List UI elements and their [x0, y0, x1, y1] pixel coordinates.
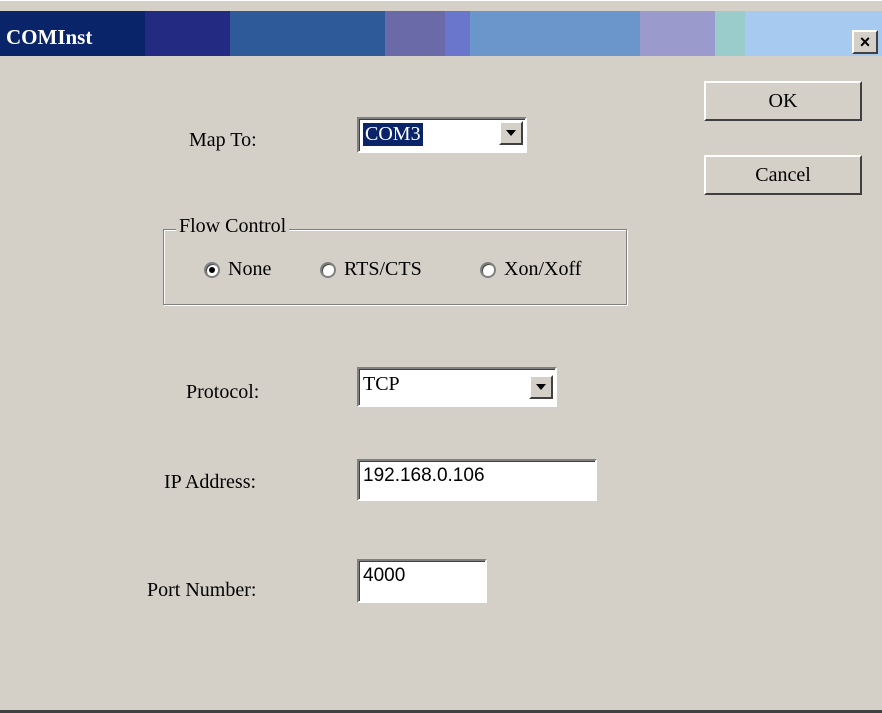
chevron-down-icon	[506, 130, 516, 136]
protocol-select[interactable]: TCP	[357, 367, 557, 407]
cancel-button-label: Cancel	[755, 163, 811, 186]
port-number-input[interactable]: 4000	[357, 559, 487, 603]
title-bar-segment	[230, 11, 385, 56]
close-button[interactable]: ×	[852, 30, 878, 54]
flow-control-group: Flow Control None RTS/CTS Xon/Xoff	[163, 215, 627, 305]
radio-rts-cts[interactable]: RTS/CTS	[320, 258, 422, 281]
title-bar-segment	[470, 11, 640, 56]
map-to-dropdown-button[interactable]	[499, 121, 523, 145]
ip-address-value: 192.168.0.106	[363, 465, 485, 486]
radio-xon-xoff-label: Xon/Xoff	[504, 258, 582, 280]
radio-none-label: None	[228, 258, 272, 280]
title-bar-segment	[715, 11, 745, 56]
ip-address-input[interactable]: 192.168.0.106	[357, 459, 597, 501]
ok-button-label: OK	[768, 89, 798, 112]
radio-xon-xoff[interactable]: Xon/Xoff	[480, 258, 581, 281]
title-bar-segment	[385, 11, 445, 56]
cancel-button[interactable]: Cancel	[704, 155, 862, 195]
radio-selected-icon	[204, 261, 220, 278]
port-number-label: Port Number:	[147, 579, 257, 601]
port-number-value: 4000	[363, 565, 406, 586]
protocol-value: TCP	[363, 373, 400, 395]
radio-unselected-icon	[320, 261, 336, 278]
title-bar[interactable]: COMInst ×	[0, 11, 882, 56]
cominst-dialog: COMInst × OK Cancel Map To: COM3 Flow Co…	[0, 0, 882, 713]
radio-none[interactable]: None	[204, 258, 271, 281]
map-to-select[interactable]: COM3	[357, 117, 527, 153]
title-bar-segment	[445, 11, 470, 56]
map-to-label: Map To:	[189, 129, 257, 151]
radio-rts-cts-label: RTS/CTS	[344, 258, 422, 280]
protocol-label: Protocol:	[186, 381, 260, 403]
radio-unselected-icon	[480, 261, 496, 278]
ip-address-label: IP Address:	[164, 471, 257, 493]
title-bar-segment	[640, 11, 715, 56]
protocol-dropdown-button[interactable]	[529, 375, 553, 399]
title-bar-segment	[145, 11, 230, 56]
window-title: COMInst	[6, 25, 93, 49]
chevron-down-icon	[536, 384, 546, 390]
flow-control-title: Flow Control	[176, 215, 290, 238]
close-icon: ×	[859, 32, 871, 52]
ok-button[interactable]: OK	[704, 81, 862, 121]
map-to-value: COM3	[362, 122, 424, 147]
